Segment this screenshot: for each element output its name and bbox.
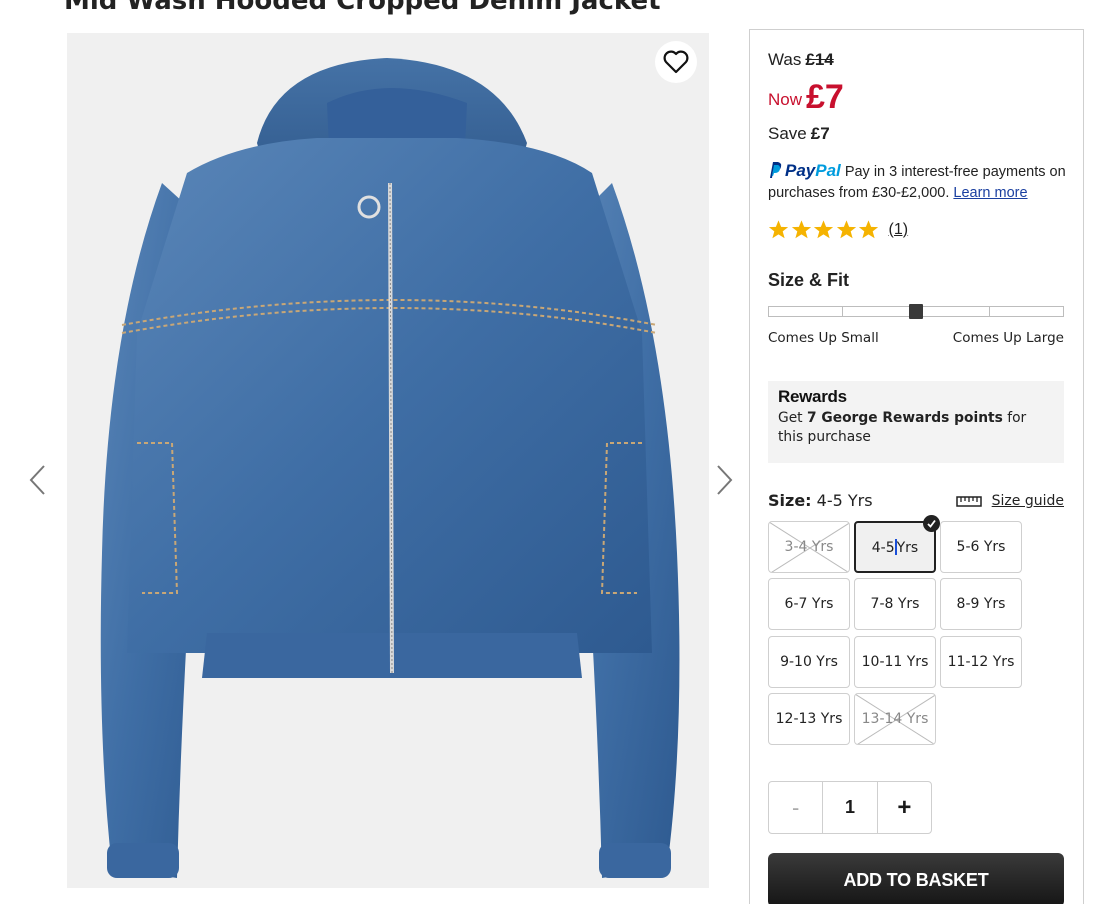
size-option-8-9[interactable]: 8-9 Yrs: [940, 578, 1022, 630]
wishlist-button[interactable]: [655, 41, 697, 83]
product-image[interactable]: [67, 33, 709, 888]
save-amount: £7: [810, 124, 830, 143]
fit-label-small: Comes Up Small: [768, 330, 879, 346]
rewards-box: Rewards Get 7 George Rewards points for …: [768, 381, 1064, 463]
add-to-basket-button[interactable]: ADD TO BASKET: [768, 853, 1064, 904]
rewards-text: Get 7 George Rewards points for this pur…: [778, 410, 1027, 445]
size-option-5-6[interactable]: 5-6 Yrs: [940, 521, 1022, 573]
now-price: £7: [806, 78, 844, 116]
product-details-panel: Was £14 Now £7 Save £7 PayPal Pay in 3 inte…: [749, 29, 1084, 904]
star-icon: [836, 220, 856, 239]
save-label: Save: [768, 124, 807, 143]
size-option-12-13[interactable]: 12-13 Yrs: [768, 693, 850, 745]
now-label: Now: [768, 90, 803, 109]
size-option-11-12[interactable]: 11-12 Yrs: [940, 636, 1022, 688]
size-fit-title: Size & Fit: [768, 270, 850, 290]
chevron-left-icon: [29, 465, 45, 495]
size-guide-link[interactable]: Size guide: [955, 493, 1064, 509]
size-heading: Size: 4-5 Yrs: [768, 491, 873, 510]
size-option-9-10[interactable]: 9-10 Yrs: [768, 636, 850, 688]
was-label: Was: [768, 50, 802, 69]
quantity-stepper: - 1 +: [768, 781, 932, 834]
price-save: Save £7: [768, 124, 830, 144]
review-count-link[interactable]: (1): [889, 221, 909, 239]
quantity-increase-button[interactable]: +: [878, 782, 931, 833]
quantity-input[interactable]: 1: [823, 782, 878, 833]
selected-size: 4-5 Yrs: [816, 491, 873, 510]
size-option-10-11[interactable]: 10-11 Yrs: [854, 636, 936, 688]
star-icon: [813, 220, 834, 239]
size-option-13-14[interactable]: 13-14 Yrs: [854, 693, 936, 745]
fit-label-large: Comes Up Large: [952, 330, 1064, 346]
size-option-label: 4-5 Yrs: [871, 538, 919, 556]
price-now: Now £7: [768, 78, 844, 117]
next-image-arrow[interactable]: [712, 462, 736, 498]
heart-icon: [663, 50, 689, 74]
paypal-learn-more-link[interactable]: Learn more: [953, 185, 1027, 201]
paypal-logo: PayPal: [785, 161, 841, 180]
rewards-title: Rewards: [778, 387, 847, 406]
selected-check-icon: [923, 515, 940, 532]
denim-jacket-image: [100, 58, 680, 878]
was-price: £14: [805, 50, 834, 69]
size-option-7-8[interactable]: 7-8 Yrs: [854, 578, 936, 630]
size-option-4-5[interactable]: 4-5 Yrs: [854, 515, 940, 573]
star-icon: [768, 220, 789, 239]
page-title: Mid Wash Hooded Cropped Denim Jacket: [64, 0, 661, 16]
star-icon: [791, 220, 811, 239]
size-label: Size:: [768, 491, 812, 510]
previous-image-arrow[interactable]: [26, 462, 50, 498]
size-option-6-7[interactable]: 6-7 Yrs: [768, 578, 850, 630]
star-icon: [858, 220, 879, 239]
star-rating: (1): [768, 219, 908, 240]
chevron-right-icon: [717, 465, 733, 495]
ruler-icon: [955, 496, 982, 507]
size-option-3-4[interactable]: 3-4 Yrs: [768, 521, 850, 573]
paypal-message: PayPal Pay in 3 interest-free payments o…: [768, 160, 1073, 204]
quantity-decrease-button[interactable]: -: [769, 782, 824, 833]
price-was: Was £14: [768, 50, 834, 70]
fit-marker: [909, 304, 923, 319]
paypal-icon: [770, 162, 782, 178]
